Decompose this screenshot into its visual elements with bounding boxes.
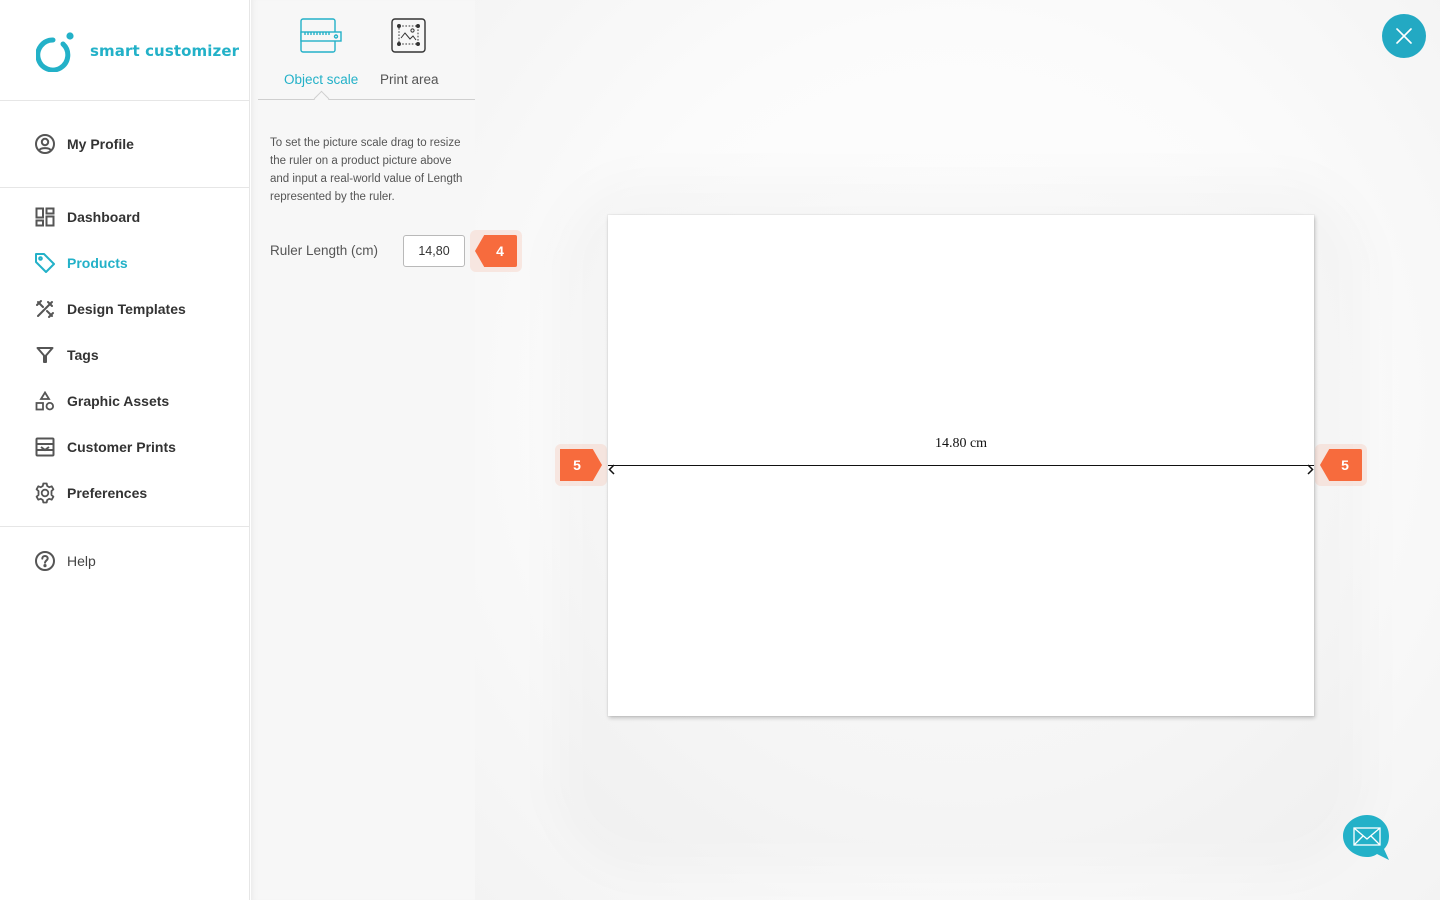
sidebar-item-my-profile[interactable]: My Profile	[34, 132, 134, 156]
active-tab-caret	[313, 90, 330, 107]
tab-label: Print area	[380, 72, 439, 87]
scale-ruler[interactable]	[608, 465, 1314, 466]
sidebar-item-graphic-assets[interactable]: Graphic Assets	[34, 389, 169, 413]
ruler-measurement-label: 14.80 cm	[934, 436, 988, 451]
ruler-right-handle[interactable]	[1304, 460, 1314, 475]
filter-icon	[34, 344, 56, 366]
sidebar-item-label: Help	[67, 553, 96, 569]
tab-object-scale[interactable]: Object scale	[284, 18, 358, 87]
tab-underline	[258, 99, 475, 100]
gear-icon	[34, 482, 56, 504]
tab-print-area[interactable]: Print area	[380, 18, 439, 87]
product-image[interactable]: 14.80 cm	[608, 215, 1314, 716]
sidebar-item-label: Products	[67, 255, 128, 271]
sidebar: smart customizer My Profile Dashboard Pr…	[0, 0, 250, 900]
sidebar-item-label: Graphic Assets	[67, 393, 170, 409]
prints-icon	[34, 436, 56, 458]
settings-panel: Object scale Print area To set the pictu…	[251, 0, 489, 900]
sidebar-item-label: My Profile	[67, 136, 134, 152]
sidebar-item-label: Design Templates	[67, 301, 186, 317]
ruler-length-input[interactable]	[403, 235, 465, 267]
chat-button[interactable]	[1342, 814, 1392, 862]
sidebar-divider	[0, 526, 250, 527]
shapes-icon	[34, 390, 56, 412]
tag-icon	[34, 252, 56, 274]
sidebar-item-label: Dashboard	[67, 209, 141, 225]
logo-icon	[36, 32, 74, 72]
sidebar-item-help[interactable]: Help	[34, 549, 96, 573]
design-tools-icon	[34, 298, 56, 320]
brand-name: smart customizer	[90, 42, 240, 60]
mail-chat-icon	[1343, 815, 1389, 860]
tab-label: Object scale	[284, 72, 359, 87]
sidebar-item-design-templates[interactable]: Design Templates	[34, 297, 186, 321]
sidebar-item-label: Customer Prints	[67, 439, 176, 455]
sidebar-item-tags[interactable]: Tags	[34, 343, 99, 367]
sidebar-item-customer-prints[interactable]: Customer Prints	[34, 435, 176, 459]
brand-logo[interactable]: smart customizer	[36, 30, 239, 72]
panel-tabs: Object scale Print area	[258, 0, 475, 107]
ruler-length-label: Ruler Length (cm)	[270, 243, 379, 258]
dashboard-icon	[34, 206, 56, 228]
user-circle-icon	[34, 133, 56, 155]
sidebar-item-products[interactable]: Products	[34, 251, 128, 275]
sidebar-divider	[0, 187, 250, 188]
sidebar-item-dashboard[interactable]: Dashboard	[34, 205, 140, 229]
ruler-left-handle[interactable]	[608, 460, 618, 475]
image-select-icon	[391, 18, 427, 58]
help-circle-icon	[34, 550, 56, 572]
sidebar-item-preferences[interactable]: Preferences	[34, 481, 147, 505]
sidebar-item-label: Tags	[67, 347, 99, 363]
close-icon	[1396, 28, 1412, 44]
ruler-icon	[300, 18, 342, 58]
scale-instructions: To set the picture scale drag to resize …	[270, 137, 463, 203]
sidebar-item-label: Preferences	[67, 485, 148, 501]
sidebar-divider	[0, 100, 250, 101]
close-button[interactable]	[1382, 14, 1426, 58]
